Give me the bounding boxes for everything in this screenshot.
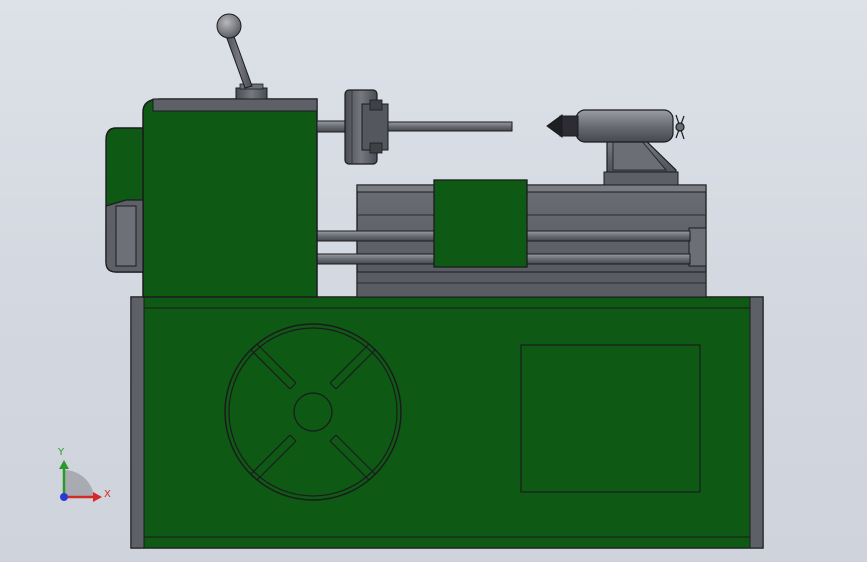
- lever-shaft: [224, 30, 253, 89]
- carriage-apron[interactable]: [433, 179, 528, 268]
- bed-lower-ledge: [356, 271, 707, 298]
- tailstock-barrel: [575, 109, 674, 143]
- y-axis-arrow: [59, 460, 69, 469]
- tailstock-handwheel-icon: [675, 114, 685, 140]
- three-jaw-chuck: [344, 89, 389, 165]
- lever-base: [235, 87, 268, 100]
- bed-end-bracket: [688, 227, 707, 267]
- tailstock[interactable]: [546, 109, 685, 186]
- headstock-body: [142, 98, 318, 298]
- headstock-top-cap: [152, 98, 318, 112]
- lever-knob: [216, 13, 242, 39]
- spindle-nose: [316, 120, 348, 133]
- headstock[interactable]: [105, 98, 318, 298]
- coordinate-triad: X Y: [57, 447, 111, 502]
- lathe-model-view[interactable]: X Y: [0, 0, 867, 562]
- gear-lever[interactable]: [216, 13, 268, 100]
- workpiece-bar: [385, 121, 513, 132]
- bed-top-rail: [356, 184, 707, 193]
- tailstock-quill: [559, 115, 579, 137]
- tailstock-center-point: [546, 114, 563, 138]
- tailstock-foot: [603, 171, 679, 186]
- handwheel-hub: [293, 392, 333, 432]
- base-left-flange: [130, 296, 145, 549]
- base-access-panel: [520, 344, 701, 493]
- triad-arc: [64, 469, 94, 497]
- graphics-viewport[interactable]: X Y: [0, 0, 867, 562]
- base-right-flange: [749, 296, 764, 549]
- gear-cover-window: [115, 205, 137, 267]
- handwheel[interactable]: [224, 323, 402, 501]
- y-axis-label: Y: [57, 447, 65, 458]
- base-cabinet-top-band: [130, 296, 764, 309]
- x-axis-label: X: [104, 489, 111, 500]
- spindle-assembly[interactable]: [316, 89, 513, 165]
- base-cabinet-bottom-band: [130, 536, 764, 549]
- z-axis-dot: [60, 493, 68, 501]
- x-axis-arrow: [93, 492, 102, 502]
